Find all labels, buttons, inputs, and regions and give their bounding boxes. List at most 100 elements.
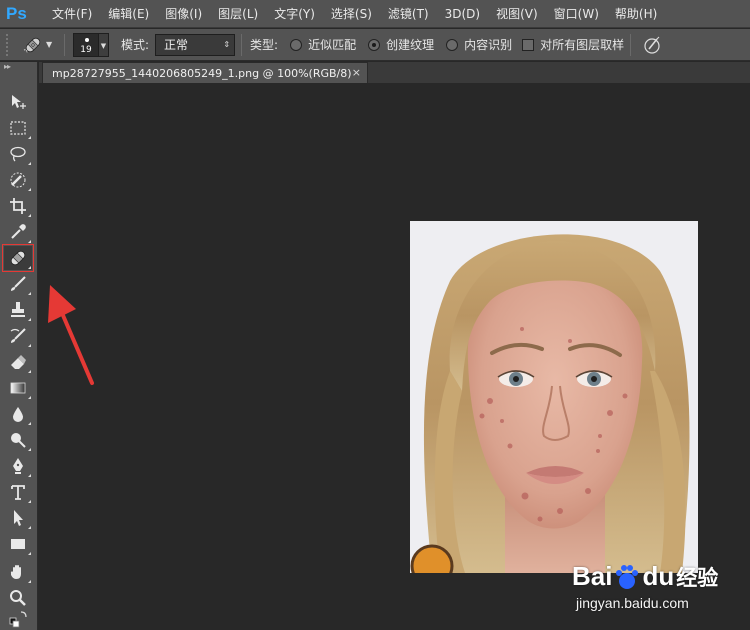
gradient-icon	[10, 382, 26, 394]
face-image	[410, 221, 698, 573]
swap-colors-control[interactable]	[4, 610, 32, 628]
menu-view[interactable]: 视图(V)	[488, 0, 546, 28]
baidu-paw-icon	[616, 564, 639, 589]
mode-select[interactable]: 正常 ⇕	[155, 33, 236, 56]
move-tool-icon	[12, 95, 26, 109]
watermark-url: jingyan.baidu.com	[576, 595, 689, 611]
collapse-panel-icon[interactable]: ▸▸	[0, 62, 37, 72]
options-bar: ▼ 19 ▼ 模式: 正常 ⇕ 类型: 近似匹配 创建纹理 内容识别 对所有图层…	[0, 29, 750, 61]
radio-button[interactable]	[290, 38, 303, 51]
spot-healing-brush-icon	[10, 250, 26, 266]
eyedropper-tool[interactable]	[4, 220, 32, 244]
pen-tool[interactable]	[4, 454, 32, 478]
radio-content-aware[interactable]: 内容识别	[446, 36, 512, 53]
pen-icon	[13, 458, 23, 474]
brush-preview: 19	[73, 32, 99, 57]
options-bar-grip[interactable]	[6, 33, 14, 56]
brush-icon	[11, 276, 26, 291]
checkbox-label: 对所有图层取样	[540, 38, 625, 52]
menu-layer[interactable]: 图层(L)	[210, 0, 266, 28]
divider	[630, 33, 632, 56]
watermark-brand: Bai du 经验	[572, 561, 718, 592]
type-label: 类型:	[250, 38, 279, 52]
radio-button[interactable]	[446, 38, 459, 51]
annotation-arrow-icon	[48, 285, 94, 385]
brush-picker[interactable]: 19 ▼	[73, 32, 109, 57]
crop-icon	[10, 198, 26, 214]
tool-preset-picker[interactable]: ▼	[22, 33, 58, 57]
spot-healing-brush-tool[interactable]	[2, 244, 34, 272]
photoshop-logo: Ps	[6, 3, 27, 23]
menu-image[interactable]: 图像(I)	[157, 0, 210, 28]
document-tab-bar: mp28727955_1440206805249_1.png @ 100%(RG…	[39, 62, 750, 83]
menu-filter[interactable]: 滤镜(T)	[380, 0, 437, 28]
hand-tool[interactable]	[4, 560, 32, 584]
quick-selection-icon	[10, 172, 26, 188]
portrait-photo[interactable]	[410, 221, 698, 573]
zoom-icon	[10, 590, 26, 606]
radio-button-selected[interactable]	[368, 38, 381, 51]
brush-tool[interactable]	[4, 272, 32, 296]
rectangle-shape-icon	[11, 539, 25, 549]
lasso-icon	[10, 146, 26, 162]
menu-type[interactable]: 文字(Y)	[266, 0, 323, 28]
rect-marquee-tool[interactable]	[4, 116, 32, 140]
radio-label: 近似匹配	[308, 38, 357, 52]
clone-stamp-icon	[11, 302, 25, 317]
hand-icon	[10, 565, 21, 579]
menu-help[interactable]: 帮助(H)	[607, 0, 665, 28]
brush-size: 19	[80, 44, 92, 55]
menu-edit[interactable]: 编辑(E)	[100, 0, 157, 28]
baidu-watermark: Bai du 经验 jingyan.baidu.com	[572, 561, 742, 617]
chevron-down-icon[interactable]: ▼	[99, 32, 109, 57]
document-tab[interactable]: mp28727955_1440206805249_1.png @ 100%(RG…	[42, 62, 368, 83]
eraser-tool[interactable]	[4, 350, 32, 374]
lasso-tool[interactable]	[4, 142, 32, 166]
eraser-icon	[11, 355, 26, 369]
gradient-tool[interactable]	[4, 376, 32, 400]
mode-label: 模式:	[121, 38, 150, 52]
blur-icon	[13, 407, 23, 422]
clone-stamp-tool[interactable]	[4, 298, 32, 322]
menu-file[interactable]: 文件(F)	[44, 0, 100, 28]
sample-all-layers-checkbox[interactable]: 对所有图层取样	[522, 36, 624, 53]
quick-selection-tool[interactable]	[4, 168, 32, 192]
dodge-tool[interactable]	[4, 428, 32, 452]
zoom-tool[interactable]	[4, 586, 32, 610]
blur-tool[interactable]	[4, 402, 32, 426]
crop-tool[interactable]	[4, 194, 32, 218]
radio-label: 内容识别	[464, 38, 513, 52]
history-brush-tool[interactable]	[4, 324, 32, 348]
menu-window[interactable]: 窗口(W)	[546, 0, 607, 28]
radio-label: 创建纹理	[386, 38, 435, 52]
watermark-brand-left: Bai	[572, 561, 613, 591]
watermark-brand-cn: 经验	[676, 566, 719, 590]
close-icon[interactable]: ×	[352, 66, 361, 79]
menu-select[interactable]: 选择(S)	[323, 0, 380, 28]
radio-create-texture[interactable]: 创建纹理	[368, 36, 434, 53]
eyedropper-icon	[11, 224, 26, 239]
type-tool[interactable]	[4, 480, 32, 504]
radio-proximity-match[interactable]: 近似匹配	[290, 36, 356, 53]
watermark-brand-right: du	[642, 561, 675, 591]
path-selection-icon	[14, 510, 23, 526]
updown-arrows-icon: ⇕	[223, 40, 231, 49]
document-title: mp28727955_1440206805249_1.png @ 100%(RG…	[52, 66, 352, 80]
move-tool[interactable]	[4, 90, 32, 114]
history-brush-icon	[10, 328, 26, 343]
divider	[241, 33, 243, 56]
menu-3d[interactable]: 3D(D)	[437, 0, 488, 28]
checkbox[interactable]	[522, 38, 535, 51]
chevron-down-icon: ▼	[46, 40, 53, 49]
divider	[64, 33, 65, 56]
type-icon	[11, 485, 25, 500]
brush-tip-icon	[85, 37, 89, 42]
dodge-icon	[11, 433, 26, 448]
rectangle-shape-tool[interactable]	[4, 532, 32, 556]
mode-value: 正常	[164, 38, 189, 52]
rect-marquee-icon	[10, 121, 26, 135]
path-selection-tool[interactable]	[4, 506, 32, 530]
pressure-size-icon[interactable]	[641, 34, 663, 56]
document-canvas[interactable]	[39, 83, 750, 630]
spot-healing-brush-icon	[23, 37, 41, 53]
